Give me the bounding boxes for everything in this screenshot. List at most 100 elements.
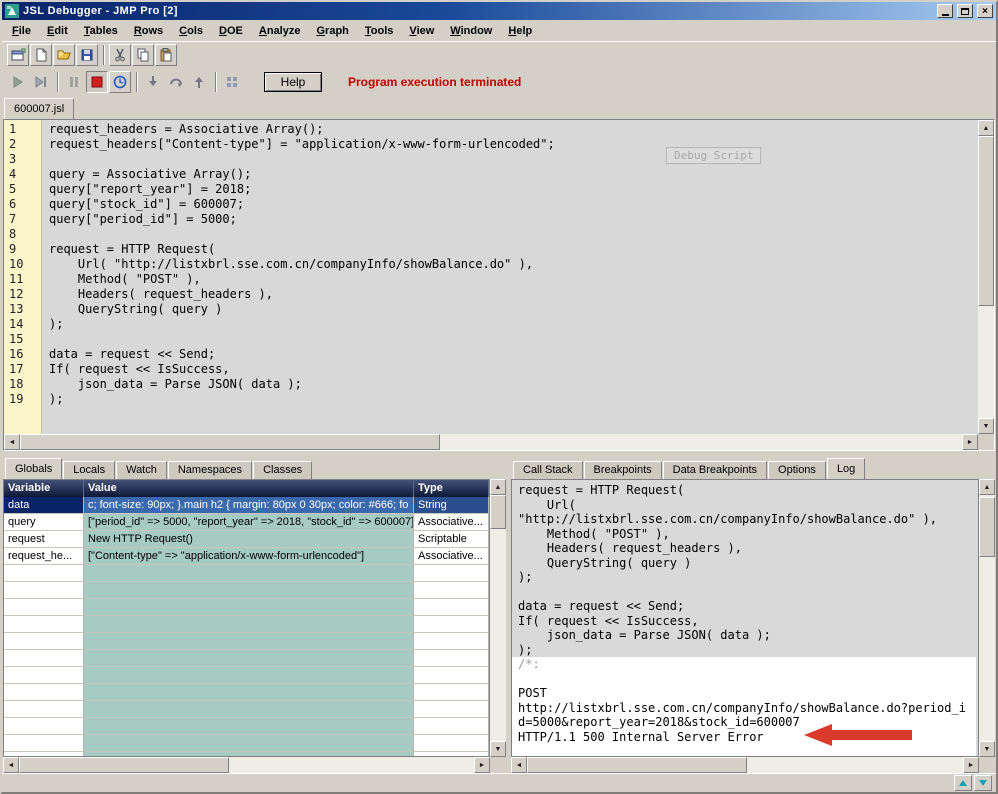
scroll-right-button[interactable]: ► (963, 757, 979, 773)
line-number[interactable]: 5 (4, 182, 42, 197)
scroll-right-button[interactable]: ► (474, 757, 490, 773)
line-number[interactable]: 7 (4, 212, 42, 227)
tab-watch[interactable]: Watch (116, 461, 167, 479)
empty-row[interactable] (4, 599, 489, 616)
menu-graph[interactable]: Graph (308, 22, 356, 40)
line-number[interactable]: 17 (4, 362, 42, 377)
empty-row[interactable] (4, 735, 489, 752)
line-number[interactable]: 6 (4, 197, 42, 212)
menu-rows[interactable]: Rows (126, 22, 171, 40)
line-number[interactable]: 9 (4, 242, 42, 257)
tab-options[interactable]: Options (768, 461, 826, 479)
close-button[interactable]: × (977, 4, 993, 18)
globals-horizontal-scrollbar[interactable]: ◄ ► (3, 757, 490, 773)
step-into-button[interactable] (142, 71, 164, 93)
tab-locals[interactable]: Locals (63, 461, 116, 479)
menu-tools[interactable]: Tools (357, 22, 402, 40)
scrollbar-thumb[interactable] (19, 757, 229, 773)
line-number[interactable]: 2 (4, 137, 42, 152)
log-vertical-scrollbar[interactable]: ▲ ▼ (979, 479, 995, 757)
paste-button[interactable] (155, 43, 177, 66)
scrollbar-track[interactable] (19, 757, 474, 773)
nav-up-button[interactable] (954, 775, 972, 791)
line-number[interactable]: 12 (4, 287, 42, 302)
tab-data-breakpoints[interactable]: Data Breakpoints (662, 461, 768, 479)
globals-table[interactable]: Variable Value Type data c; font-size: 90… (3, 479, 490, 757)
menu-cols[interactable]: Cols (171, 22, 211, 40)
breakpoints-button[interactable] (221, 71, 243, 93)
menu-analyze[interactable]: Analyze (251, 22, 309, 40)
menu-help[interactable]: Help (500, 22, 540, 40)
line-number[interactable]: 10 (4, 257, 42, 272)
empty-row[interactable] (4, 701, 489, 718)
tab-call-stack[interactable]: Call Stack (513, 461, 583, 479)
variable-row-request_he[interactable]: request_he... ["Content-type" => "applica… (4, 548, 489, 565)
empty-row[interactable] (4, 565, 489, 582)
new-window-button[interactable] (7, 43, 29, 66)
column-header-value[interactable]: Value (84, 480, 414, 497)
line-number[interactable]: 1 (4, 122, 42, 137)
line-number[interactable]: 4 (4, 167, 42, 182)
step-out-button[interactable] (188, 71, 210, 93)
run-step-button[interactable] (30, 71, 52, 93)
empty-row[interactable] (4, 684, 489, 701)
variable-row-request[interactable]: request New HTTP Request() Scriptable (4, 531, 489, 548)
log-horizontal-scrollbar[interactable]: ◄ ► (511, 757, 979, 773)
scroll-up-button[interactable]: ▲ (979, 479, 995, 495)
scrollbar-thumb[interactable] (20, 434, 440, 450)
run-button[interactable] (7, 71, 29, 93)
tab-log[interactable]: Log (826, 458, 866, 479)
scroll-right-button[interactable]: ► (962, 434, 978, 450)
menu-file[interactable]: File (4, 22, 39, 40)
reset-button[interactable] (109, 71, 131, 93)
line-number[interactable]: 14 (4, 317, 42, 332)
menu-window[interactable]: Window (442, 22, 500, 40)
variable-row-data[interactable]: data c; font-size: 90px; }.main h2 { marg… (4, 497, 489, 514)
empty-row[interactable] (4, 650, 489, 667)
empty-row[interactable] (4, 633, 489, 650)
editor-vertical-scrollbar[interactable]: ▲ ▼ (978, 120, 994, 434)
line-number[interactable]: 18 (4, 377, 42, 392)
line-number[interactable]: 11 (4, 272, 42, 287)
scrollbar-thumb[interactable] (978, 136, 994, 306)
line-number[interactable]: 13 (4, 302, 42, 317)
editor-horizontal-scrollbar[interactable]: ◄ ► (4, 434, 978, 450)
scrollbar-thumb[interactable] (490, 495, 506, 529)
scrollbar-track[interactable] (20, 434, 962, 450)
scroll-left-button[interactable]: ◄ (3, 757, 19, 773)
tab-breakpoints[interactable]: Breakpoints (583, 461, 662, 479)
scrollbar-thumb[interactable] (527, 757, 747, 773)
minimize-button[interactable] (937, 4, 953, 18)
step-over-button[interactable] (165, 71, 187, 93)
empty-row[interactable] (4, 718, 489, 735)
copy-button[interactable] (132, 43, 154, 66)
stop-button[interactable] (86, 71, 108, 93)
help-button[interactable]: Help (264, 72, 322, 92)
log-output[interactable]: request = HTTP Request( Url("http://list… (511, 479, 979, 757)
column-header-type[interactable]: Type (414, 480, 489, 497)
empty-row[interactable] (4, 582, 489, 599)
scroll-up-button[interactable]: ▲ (490, 479, 506, 495)
menu-doe[interactable]: DOE (211, 22, 251, 40)
scroll-left-button[interactable]: ◄ (511, 757, 527, 773)
menu-edit[interactable]: Edit (39, 22, 76, 40)
globals-vertical-scrollbar[interactable]: ▲ ▼ (490, 479, 506, 757)
pause-button[interactable] (63, 71, 85, 93)
new-script-button[interactable] (30, 43, 52, 66)
scroll-left-button[interactable]: ◄ (4, 434, 20, 450)
tab-classes[interactable]: Classes (253, 461, 313, 479)
scrollbar-track[interactable] (490, 495, 506, 741)
open-button[interactable] (53, 43, 75, 66)
scroll-down-button[interactable]: ▼ (979, 741, 995, 757)
cut-button[interactable] (109, 43, 131, 66)
scrollbar-track[interactable] (978, 136, 994, 418)
empty-row[interactable] (4, 616, 489, 633)
tab-globals[interactable]: Globals (5, 458, 63, 479)
save-button[interactable] (76, 43, 98, 66)
line-number[interactable]: 3 (4, 152, 42, 167)
empty-row[interactable] (4, 667, 489, 684)
line-number[interactable]: 15 (4, 332, 42, 347)
menu-view[interactable]: View (401, 22, 442, 40)
line-number[interactable]: 8 (4, 227, 42, 242)
scroll-down-button[interactable]: ▼ (490, 741, 506, 757)
